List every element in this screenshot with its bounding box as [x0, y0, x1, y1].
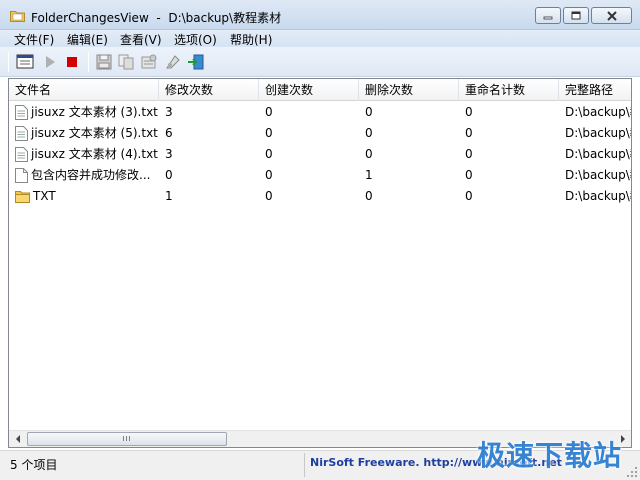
stop-button[interactable]	[63, 53, 81, 71]
scrollbar-grip: III	[122, 435, 132, 443]
modified-count: 3	[165, 105, 173, 119]
watermark-logo: 极速下载站	[476, 439, 622, 472]
filename-text: jisuxz 文本素材 (3).txt	[31, 105, 158, 119]
full-path: D:\backup\教	[565, 168, 631, 182]
filename-cell: jisuxz 文本素材 (4).txt	[9, 144, 159, 165]
renamed-count: 0	[465, 126, 473, 140]
filename-text: 包含内容并成功修改...	[31, 168, 151, 182]
toolbar-separator	[88, 52, 89, 72]
filename-cell: jisuxz 文本素材 (3).txt	[9, 102, 159, 123]
status-divider	[304, 453, 305, 477]
full-path: D:\backup\教	[565, 147, 631, 161]
window-controls	[535, 7, 632, 24]
column-header-row: 文件名 修改次数 创建次数 删除次数 重命名计数 完整路径	[9, 79, 631, 101]
created-count: 0	[265, 189, 273, 203]
scroll-left-button[interactable]	[9, 431, 26, 447]
scrollbar-thumb[interactable]: III	[27, 432, 227, 446]
column-header-modified[interactable]: 修改次数	[159, 79, 259, 101]
table-row[interactable]: jisuxz 文本素材 (5).txt 6 0 0 0 D:\backup\教	[9, 123, 631, 144]
folder-icon	[15, 191, 30, 203]
item-count: 5 个项目	[10, 458, 58, 472]
filename-cell: TXT	[9, 186, 159, 207]
minimize-button[interactable]	[535, 7, 561, 24]
exit-icon	[188, 54, 204, 70]
menu-bar: 文件(F) 编辑(E) 查看(V) 选项(O) 帮助(H)	[0, 30, 640, 47]
deleted-count: 0	[365, 189, 373, 203]
menu-file[interactable]: 文件(F)	[14, 31, 54, 48]
modified-count: 1	[165, 189, 173, 203]
filename-cell: jisuxz 文本素材 (5).txt	[9, 123, 159, 144]
filename-text: jisuxz 文本素材 (5).txt	[31, 126, 158, 140]
created-count: 0	[265, 126, 273, 140]
chevron-left-icon	[15, 435, 20, 443]
full-path: D:\backup\教	[565, 126, 631, 140]
table-row[interactable]: jisuxz 文本素材 (3).txt 3 0 0 0 D:\backup\教	[9, 102, 631, 123]
toolbar	[0, 47, 640, 77]
close-icon	[606, 10, 617, 21]
renamed-count: 0	[465, 189, 473, 203]
menu-view[interactable]: 查看(V)	[120, 31, 162, 48]
exit-button[interactable]	[187, 53, 205, 71]
table-row[interactable]: jisuxz 文本素材 (4).txt 3 0 0 0 D:\backup\教	[9, 144, 631, 165]
app-folder-icon	[10, 11, 25, 22]
file-changes-list[interactable]: 文件名 修改次数 创建次数 删除次数 重命名计数 完整路径 jisuxz 文本素…	[8, 78, 632, 448]
table-row[interactable]: 包含内容并成功修改... 0 0 1 0 D:\backup\教	[9, 165, 631, 186]
table-row[interactable]: TXT 1 0 0 0 D:\backup\教	[9, 186, 631, 207]
html-report-icon	[166, 55, 180, 69]
text-file-icon	[15, 147, 28, 162]
renamed-count: 0	[465, 168, 473, 182]
full-path: D:\backup\教	[565, 189, 631, 203]
renamed-count: 0	[465, 147, 473, 161]
menu-help[interactable]: 帮助(H)	[230, 31, 272, 48]
resize-grip-icon[interactable]	[626, 466, 638, 478]
copy-icon	[118, 54, 134, 70]
column-header-full-path[interactable]: 完整路径	[559, 79, 631, 101]
title-bar: FolderChangesView - D:\backup\教程素材	[0, 0, 640, 30]
filename-cell: 包含内容并成功修改...	[9, 165, 159, 186]
modified-count: 3	[165, 147, 173, 161]
blank-file-icon	[15, 168, 28, 183]
deleted-count: 0	[365, 126, 373, 140]
toolbar-separator	[8, 52, 9, 72]
modified-count: 0	[165, 168, 173, 182]
text-file-icon	[15, 105, 28, 120]
select-folder-button[interactable]	[16, 53, 34, 71]
window-title: FolderChangesView - D:\backup\教程素材	[31, 11, 282, 25]
deleted-count: 0	[365, 105, 373, 119]
renamed-count: 0	[465, 105, 473, 119]
close-button[interactable]	[591, 7, 632, 24]
maximize-button[interactable]	[563, 7, 589, 24]
column-header-filename[interactable]: 文件名	[9, 79, 159, 101]
stop-icon	[67, 57, 77, 67]
filename-text: jisuxz 文本素材 (4).txt	[31, 147, 158, 161]
save-icon	[96, 54, 112, 70]
start-button[interactable]	[41, 53, 59, 71]
column-header-created[interactable]: 创建次数	[259, 79, 359, 101]
minimize-icon	[543, 16, 553, 19]
text-file-icon	[15, 126, 28, 141]
maximize-icon	[571, 11, 581, 20]
full-path: D:\backup\教	[565, 105, 631, 119]
filename-text: TXT	[33, 189, 56, 203]
deleted-count: 1	[365, 168, 373, 182]
menu-options[interactable]: 选项(O)	[174, 31, 217, 48]
column-header-renamed[interactable]: 重命名计数	[459, 79, 559, 101]
properties-button[interactable]	[140, 53, 158, 71]
select-folder-icon	[16, 54, 34, 69]
save-button[interactable]	[95, 53, 113, 71]
menu-edit[interactable]: 编辑(E)	[67, 31, 108, 48]
properties-icon	[141, 54, 157, 69]
modified-count: 6	[165, 126, 173, 140]
deleted-count: 0	[365, 147, 373, 161]
created-count: 0	[265, 147, 273, 161]
created-count: 0	[265, 168, 273, 182]
created-count: 0	[265, 105, 273, 119]
column-header-deleted[interactable]: 删除次数	[359, 79, 459, 101]
copy-button[interactable]	[117, 53, 135, 71]
play-icon	[46, 56, 55, 68]
html-report-button[interactable]	[164, 53, 182, 71]
